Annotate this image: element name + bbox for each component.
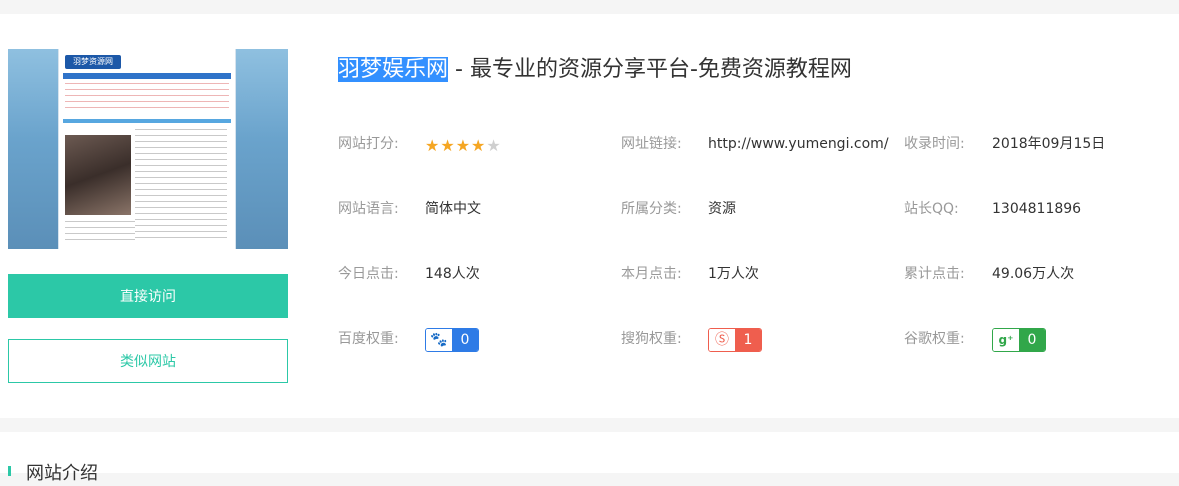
star-icon: ★: [471, 136, 486, 155]
site-intro-section: 网站介绍: [0, 432, 1179, 484]
site-info-card: 羽梦资源网 直接访问 类似网站 羽梦娱乐网 - 最专业的资源分享平台-免费资源教…: [0, 14, 1179, 418]
thumbnail-photo: [65, 135, 131, 215]
similar-sites-button[interactable]: 类似网站: [8, 339, 288, 383]
qq-label: 站长QQ:: [904, 201, 959, 217]
total-clicks-label: 累计点击:: [904, 266, 965, 282]
baidu-rank-badge[interactable]: 🐾 0: [425, 328, 479, 352]
baidu-rank-value: 0: [452, 329, 478, 351]
sogou-rank-field: 搜狗权重: Ⓢ 1: [621, 328, 762, 352]
paw-icon: 🐾: [426, 329, 452, 351]
date-field: 收录时间: 2018年09月15日: [904, 134, 1105, 154]
star-icon: ★: [455, 136, 471, 155]
month-clicks-label: 本月点击:: [621, 266, 682, 282]
language-label: 网站语言:: [338, 201, 399, 217]
site-title-rest: - 最专业的资源分享平台-免费资源教程网: [448, 57, 852, 82]
thumbnail-logo: 羽梦资源网: [65, 55, 121, 69]
google-rank-badge[interactable]: g⁺ 0: [992, 328, 1046, 352]
star-icon: ★: [440, 136, 455, 155]
qq-value: 1304811896: [992, 201, 1082, 217]
rating-label: 网站打分:: [338, 136, 399, 152]
rating-field: 网站打分: ★★★★★: [338, 134, 501, 154]
month-clicks-value: 1万人次: [708, 266, 759, 282]
baidu-rank-field: 百度权重: 🐾 0: [338, 328, 479, 352]
baidu-rank-label: 百度权重:: [338, 331, 399, 347]
date-label: 收录时间:: [904, 136, 965, 152]
url-label: 网址链接:: [621, 136, 682, 152]
google-rank-value: 0: [1019, 329, 1045, 351]
today-clicks-field: 今日点击: 148人次: [338, 264, 480, 284]
thumbnail-page-preview: 羽梦资源网: [58, 49, 236, 249]
sogou-rank-label: 搜狗权重:: [621, 331, 682, 347]
category-field: 所属分类: 资源: [621, 199, 736, 219]
thumbnail-nav-bar: [63, 73, 231, 79]
category-value[interactable]: 资源: [708, 199, 736, 219]
url-field: 网址链接: http://www.yumengi.com/: [621, 134, 889, 154]
google-rank-field: 谷歌权重: g⁺ 0: [904, 328, 1046, 352]
sogou-s-icon: Ⓢ: [709, 329, 735, 351]
section-title: 网站介绍: [26, 463, 98, 484]
month-clicks-field: 本月点击: 1万人次: [621, 264, 759, 284]
visit-button[interactable]: 直接访问: [8, 274, 288, 318]
language-value: 简体中文: [425, 201, 481, 217]
site-title: 羽梦娱乐网 - 最专业的资源分享平台-免费资源教程网: [338, 54, 852, 86]
total-clicks-field: 累计点击: 49.06万人次: [904, 264, 1074, 284]
thumbnail-link-grid: [65, 83, 229, 113]
today-clicks-label: 今日点击:: [338, 266, 399, 282]
rating-stars: ★★★★★: [425, 137, 502, 157]
site-thumbnail[interactable]: 羽梦资源网: [8, 49, 288, 249]
language-field: 网站语言: 简体中文: [338, 199, 481, 219]
star-empty-icon: ★: [486, 136, 501, 155]
site-title-highlight: 羽梦娱乐网: [338, 57, 449, 82]
today-clicks-value: 148人次: [425, 266, 480, 282]
section-accent-bar: [8, 466, 11, 476]
sogou-rank-badge[interactable]: Ⓢ 1: [708, 328, 762, 352]
star-icon: ★: [425, 136, 440, 155]
category-label: 所属分类:: [621, 201, 682, 217]
thumbnail-footer-list: [65, 221, 135, 245]
thumbnail-section-bar: [63, 119, 231, 123]
thumbnail-article-list: [135, 129, 227, 239]
date-value: 2018年09月15日: [992, 136, 1106, 152]
total-clicks-value: 49.06万人次: [992, 266, 1075, 282]
google-plus-icon: g⁺: [993, 329, 1019, 351]
qq-field: 站长QQ: 1304811896: [904, 199, 1081, 219]
google-rank-label: 谷歌权重:: [904, 331, 965, 347]
sogou-rank-value: 1: [735, 329, 761, 351]
url-value[interactable]: http://www.yumengi.com/: [708, 134, 889, 154]
